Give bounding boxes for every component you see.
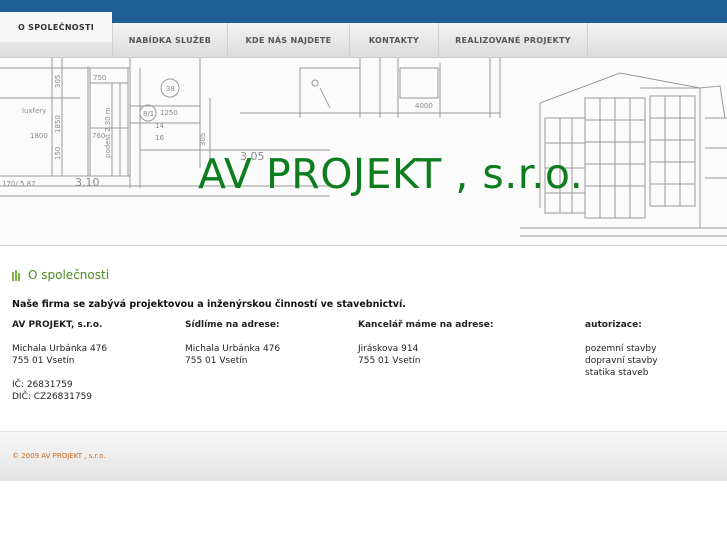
info-line: dopravní stavby [585,356,658,366]
tab-realizovane-projekty[interactable]: REALIZOVANÉ PROJEKTY [439,23,588,58]
office-column: Kancelář máme na adrese: Jiráskova 914 7… [358,319,493,367]
drawing-label: 3.10 [75,176,100,189]
drawing-label: 1850 [54,115,62,133]
tab-kontakty[interactable]: KONTAKTY [350,23,439,58]
authorization-column: autorizace: pozemní stavby dopravní stav… [585,319,658,379]
tab-nabidka-sluzeb[interactable]: NABÍDKA SLUŽEB [112,23,228,58]
drawing-label: 305 [199,133,207,146]
drawing-label: 1800 [30,132,48,140]
column-title: Sídlíme na adrese: [185,320,280,330]
bars-icon [12,269,20,281]
company-info-column: AV PROJEKT, s.r.o. Michala Urbánka 476 7… [12,319,107,403]
drawing-label: luxfery [22,107,46,115]
column-title: AV PROJEKT, s.r.o. [12,320,103,330]
header-banner: 750 luxfery 1800 305 1850 150 760 podest… [0,58,727,246]
page-title: O společnosti [28,268,110,282]
info-line: Michala Urbánka 476 [12,344,108,354]
drawing-label: 38 [166,85,175,93]
drawing-label: 750 [93,74,106,82]
info-line: IČ: 26831759 [12,380,73,390]
info-line: DIČ: CZ26831759 [12,392,93,402]
drawing-label: 305 [54,75,62,88]
footer: © 2009 AV PROJEKT , s.r.o. [0,431,727,481]
info-line: pozemní stavby [585,344,657,354]
tab-kde-nas-najdete[interactable]: KDE NÁS NAJDETE [228,23,350,58]
intro-text: Naše firma se zabývá projektovou a inžen… [12,299,406,310]
banner-title: AV PROJEKT , s.r.o. [198,150,584,198]
info-line: Michala Urbánka 476 [185,344,281,354]
drawing-label: 16 [155,134,164,142]
drawing-label: 4000 [415,102,433,110]
drawing-label: 14 [155,122,164,130]
section-heading: O společnosti [12,268,109,282]
info-line: 755 01 Vsetín [358,356,421,366]
address-column: Sídlíme na adrese: Michala Urbánka 476 7… [185,319,280,367]
column-title: autorizace: [585,320,642,330]
info-line: Jiráskova 914 [358,344,419,354]
drawing-label: podest 2.30 m [104,107,112,158]
drawing-label: 8/1 [143,110,154,118]
drawing-label: 170/ 5.87 [2,180,36,188]
info-line: 755 01 Vsetín [12,356,75,366]
drawing-label: 1250 [160,109,178,117]
column-title: Kancelář máme na adrese: [358,320,494,330]
info-line: statika staveb [585,368,649,378]
main-navigation: O SPOLEČNOSTI NABÍDKA SLUŽEB KDE NÁS NAJ… [0,12,727,58]
tab-o-spolecnosti[interactable]: O SPOLEČNOSTI [0,12,112,42]
drawing-label: 150 [54,147,62,160]
info-line: 755 01 Vsetín [185,356,248,366]
copyright-text: © 2009 AV PROJEKT , s.r.o. [12,452,106,460]
